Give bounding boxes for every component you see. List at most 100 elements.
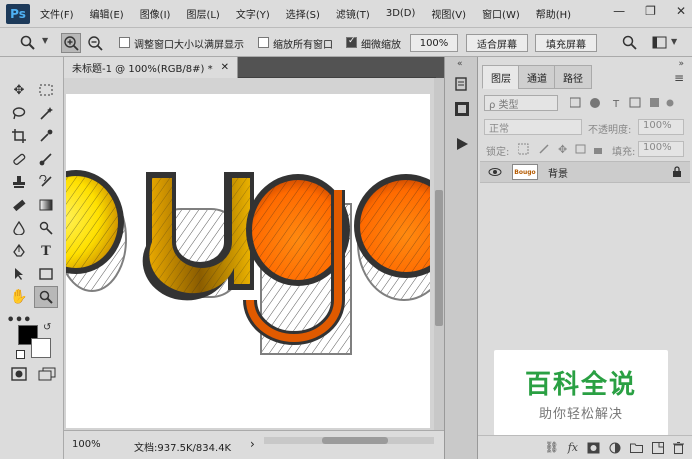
menu-select[interactable]: 选择(S) [286, 6, 320, 21]
healing-brush-tool-icon[interactable] [7, 148, 31, 170]
clone-stamp-tool-icon[interactable] [7, 171, 31, 193]
document-tab-bar: 未标题-1 @ 100%(RGB/8#) * ✕ [64, 57, 436, 78]
gradient-tool-icon[interactable] [34, 194, 58, 216]
opacity-field[interactable]: 100% [638, 119, 684, 135]
document-tab[interactable]: 未标题-1 @ 100%(RGB/8#) * ✕ [64, 57, 238, 78]
horizontal-scroll-thumb[interactable] [322, 437, 388, 444]
new-group-icon[interactable] [630, 442, 643, 453]
toolbox: ✥ T ✋ ••• ↺ [0, 57, 64, 459]
rectangle-tool-icon[interactable] [34, 263, 58, 285]
pen-tool-icon[interactable] [7, 240, 31, 262]
search-icon[interactable] [622, 35, 638, 51]
visibility-eye-icon[interactable] [488, 167, 502, 177]
menu-file[interactable]: 文件(F) [40, 6, 74, 21]
layer-kind-filter[interactable]: ρ 类型 [484, 95, 558, 111]
menu-type[interactable]: 文字(Y) [236, 6, 270, 21]
brush-tool-icon[interactable] [34, 148, 58, 170]
quick-mask-icon[interactable] [11, 367, 27, 381]
watermark-title: 百科全说 [524, 370, 637, 400]
path-selection-tool-icon[interactable] [7, 263, 31, 285]
zoom-all-checkbox[interactable] [258, 37, 269, 48]
tab-paths[interactable]: 路径 [554, 65, 592, 89]
type-tool-icon[interactable]: T [34, 240, 58, 262]
svg-text:T: T [612, 99, 620, 109]
history-brush-tool-icon[interactable] [34, 171, 58, 193]
move-tool-icon[interactable]: ✥ [7, 79, 31, 101]
collapse-arrows-icon[interactable]: « [457, 59, 463, 69]
zoom-in-button[interactable] [61, 33, 81, 53]
default-colors-icon[interactable] [16, 350, 25, 359]
document-canvas[interactable] [66, 94, 430, 428]
status-menu-arrow-icon[interactable]: › [250, 437, 255, 451]
menu-help[interactable]: 帮助(H) [536, 6, 571, 21]
menu-edit[interactable]: 编辑(E) [90, 6, 124, 21]
eyedropper-tool-icon[interactable] [34, 125, 58, 147]
fit-screen-button[interactable]: 适合屏幕 [466, 34, 528, 52]
collapsed-panel-strip: « [444, 57, 478, 459]
magic-wand-tool-icon[interactable] [34, 102, 58, 124]
vertical-scrollbar[interactable] [434, 78, 444, 430]
panel-menu-icon[interactable]: ≡ [674, 71, 684, 85]
new-layer-icon[interactable] [652, 441, 664, 454]
crop-tool-icon[interactable] [7, 125, 31, 147]
eraser-tool-icon[interactable] [7, 194, 31, 216]
workspace-chevron-icon[interactable]: ▼ [671, 37, 677, 46]
add-mask-icon[interactable] [587, 442, 600, 454]
tool-preset-chevron-icon[interactable]: ▼ [42, 36, 48, 45]
minimize-icon[interactable]: — [613, 4, 625, 18]
history-panel-icon[interactable] [454, 77, 470, 93]
lock-label: 锁定: [486, 147, 510, 158]
layer-lock-icon [673, 166, 681, 177]
tab-channels[interactable]: 通道 [518, 65, 556, 89]
resize-windows-label: 调整窗口大小以满屏显示 [134, 40, 244, 51]
zoom-out-icon[interactable] [86, 34, 104, 52]
link-layers-icon[interactable]: ⛓ [545, 441, 559, 454]
zoom-percent-button[interactable]: 100% [410, 34, 458, 52]
actions-play-icon[interactable] [455, 137, 469, 151]
hand-tool-icon[interactable]: ✋ [7, 286, 31, 308]
canvas-area[interactable] [64, 78, 434, 430]
panel-collapse-icon[interactable]: » [678, 59, 684, 69]
menu-layer[interactable]: 图层(L) [186, 6, 219, 21]
layers-panel: » 图层 通道 路径 ≡ ρ 类型 T 正常 不透明度: 100% 锁定: ✥ … [478, 57, 692, 459]
tab-layers[interactable]: 图层 [482, 65, 520, 89]
layer-thumbnail: Bougo [512, 164, 538, 180]
adjustment-layer-icon[interactable] [609, 442, 621, 454]
background-color-swatch[interactable] [31, 338, 51, 358]
menu-filter[interactable]: 滤镜(T) [336, 6, 370, 21]
delete-layer-icon[interactable] [673, 441, 684, 454]
fill-screen-button[interactable]: 填充屏幕 [535, 34, 597, 52]
workspace-icon[interactable] [652, 36, 668, 50]
status-bar: 100% 文档:937.5K/834.4K › [64, 430, 444, 459]
marquee-tool-icon[interactable] [34, 79, 58, 101]
fx-icon[interactable]: fx [568, 441, 578, 454]
opacity-label: 不透明度: [588, 125, 632, 136]
menu-view[interactable]: 视图(V) [431, 6, 466, 21]
zoom-in-icon [64, 36, 79, 51]
close-icon[interactable]: ✕ [676, 4, 686, 18]
vertical-scroll-thumb[interactable] [435, 190, 443, 326]
blend-mode-select[interactable]: 正常 [484, 119, 582, 135]
options-bar: ▼ 调整窗口大小以满屏显示 缩放所有窗口 细微缩放 100% 适合屏幕 填充屏幕… [0, 27, 692, 57]
blur-tool-icon[interactable] [7, 217, 31, 239]
menu-3d[interactable]: 3D(D) [386, 8, 416, 19]
swap-colors-icon[interactable]: ↺ [43, 322, 51, 333]
layer-row-background[interactable]: Bougo 背景 [480, 161, 690, 183]
menu-image[interactable]: 图像(I) [140, 6, 171, 21]
dodge-tool-icon[interactable] [34, 217, 58, 239]
menu-window[interactable]: 窗口(W) [482, 6, 520, 21]
screen-mode-icon[interactable] [38, 367, 56, 381]
lasso-tool-icon[interactable] [7, 102, 31, 124]
resize-windows-checkbox[interactable] [119, 37, 130, 48]
restore-icon[interactable]: ❐ [645, 4, 656, 18]
close-tab-icon[interactable]: ✕ [221, 62, 229, 73]
layer-filter-icons[interactable]: T [570, 97, 674, 109]
text-artwork [66, 170, 430, 355]
properties-panel-icon[interactable] [454, 101, 470, 117]
zoom-tool-selected-icon[interactable] [34, 286, 58, 308]
fill-field[interactable]: 100% [638, 141, 684, 157]
status-zoom[interactable]: 100% [72, 439, 101, 450]
lock-icons[interactable]: ✥ [518, 143, 604, 155]
scrubby-zoom-checkbox[interactable] [346, 36, 357, 48]
zoom-tool-icon[interactable] [20, 35, 36, 51]
